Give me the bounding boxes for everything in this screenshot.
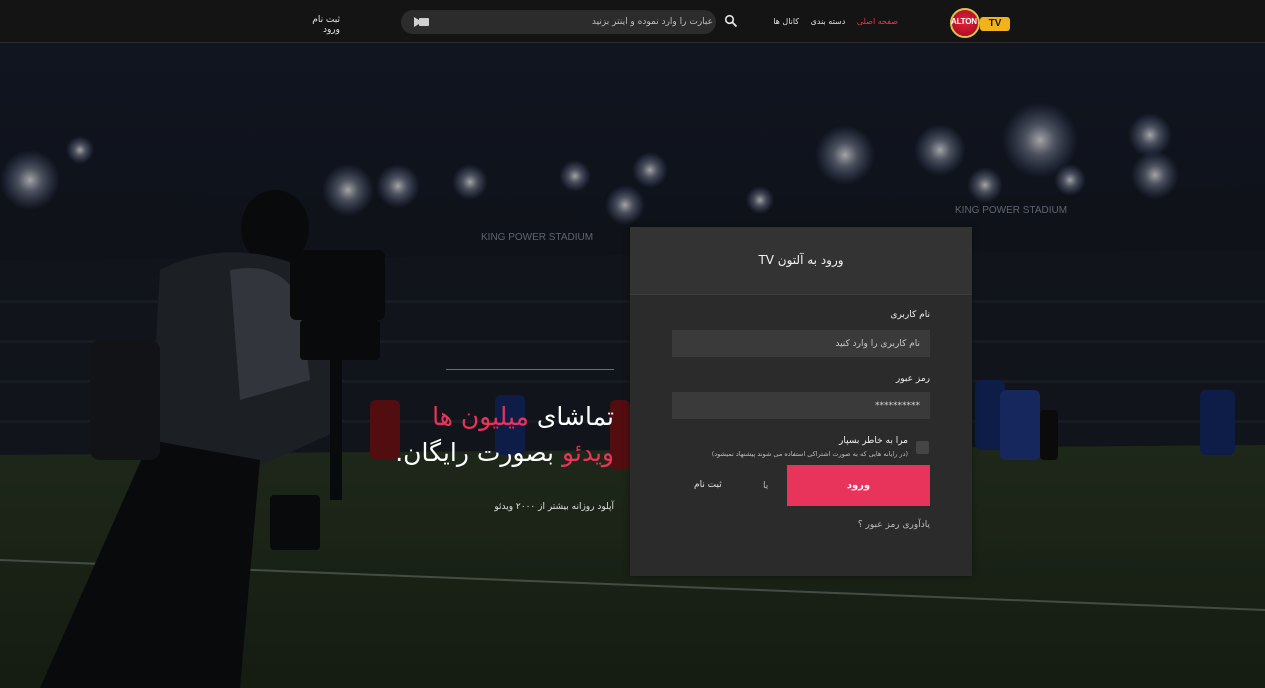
nav-item-categories[interactable]: دسته بندی (811, 17, 846, 26)
nav-item-channels[interactable]: کانال ها (773, 17, 799, 26)
hero-subtitle: آپلود روزانه بیشتر از ۲۰۰۰ ویدئو (494, 502, 614, 512)
or-separator: یا (763, 481, 769, 491)
username-label: نام کاربری (890, 310, 930, 320)
hero-title-highlight2: ویدئو (561, 438, 614, 467)
search-bar (401, 10, 719, 34)
remember-label: مرا به خاطر بسپار (839, 436, 908, 446)
login-title: ورود به آلتون TV (630, 227, 972, 295)
signup-link[interactable]: ثبت نام (694, 480, 722, 490)
logo-text: ALTON (951, 17, 977, 26)
logo-badge: TV (980, 17, 1010, 31)
username-input[interactable] (672, 330, 930, 357)
main-nav: صفحه اصلی دسته بندی کانال ها (764, 17, 898, 26)
nav-item-home[interactable]: صفحه اصلی (857, 17, 898, 26)
header-login-link[interactable]: ورود (323, 25, 340, 35)
password-label: رمز عبور (895, 374, 930, 384)
top-header: ALTON TV صفحه اصلی دسته بندی کانال ها ثب… (0, 0, 1265, 43)
password-input[interactable] (672, 392, 930, 419)
login-panel: ورود به آلتون TV نام کاربری رمز عبور مرا… (630, 227, 972, 576)
header-register-link[interactable]: ثبت نام (312, 15, 340, 25)
hero-title: تماشای میلیون ها ویدئو بصورت رایگان. (300, 399, 614, 471)
search-icon[interactable] (724, 14, 738, 28)
hero-title-highlight1: میلیون ها (432, 402, 529, 431)
remember-note: (در رایانه هایی که به صورت اشتراکی استفا… (711, 450, 908, 458)
forgot-password-link[interactable]: یادآوری رمز عبور ؟ (858, 520, 930, 530)
header-auth-links: ثبت نام ورود (280, 15, 340, 35)
search-input[interactable] (435, 10, 719, 34)
video-camera-icon[interactable] (413, 16, 431, 28)
hero-title-part1: تماشای (528, 402, 614, 431)
login-button[interactable]: ورود (787, 465, 930, 506)
hero-divider (446, 369, 614, 370)
alton-tv-logo[interactable]: ALTON TV (950, 8, 1012, 38)
remember-checkbox[interactable] (916, 441, 929, 454)
hero-title-part2: بصورت رایگان. (395, 438, 562, 467)
